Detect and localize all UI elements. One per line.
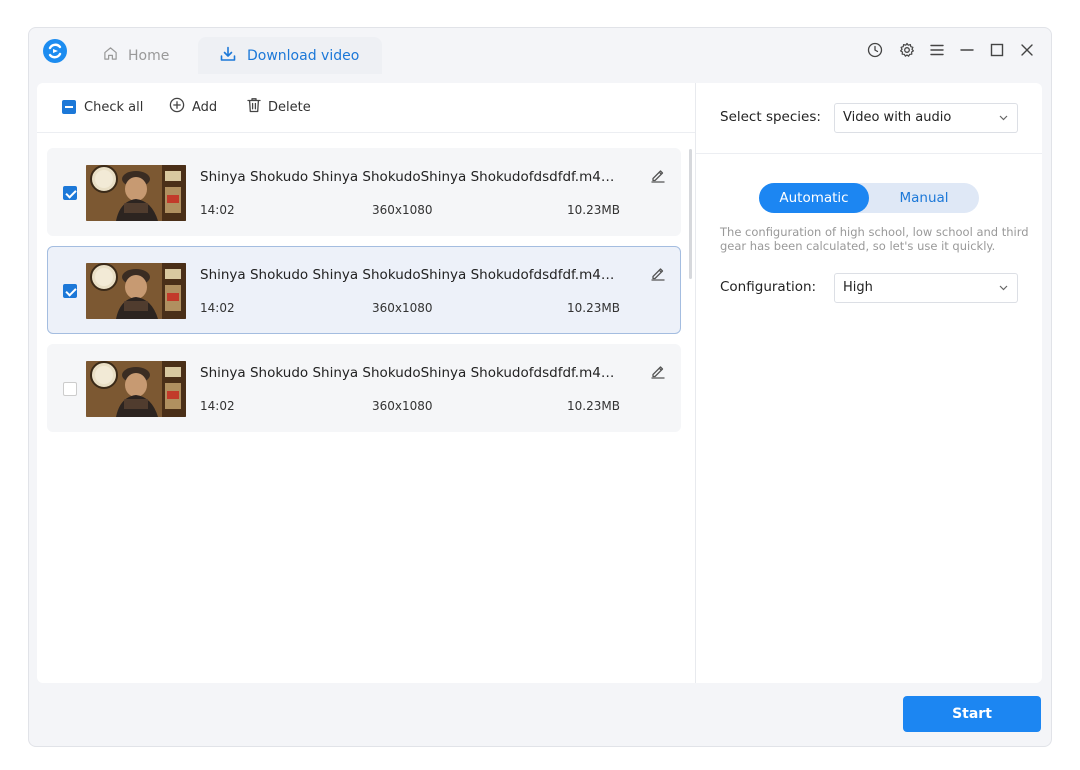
list-scrollbar[interactable] [689, 149, 692, 279]
close-icon[interactable] [1018, 41, 1036, 59]
video-title: Shinya Shokudo Shinya ShokudoShinya Shok… [200, 365, 620, 381]
edit-pencil-icon[interactable] [650, 265, 666, 285]
item-checkbox[interactable] [63, 186, 77, 200]
species-row: Select species: Video with audio [696, 83, 1042, 154]
config-hint-text: The configuration of high school, low sc… [720, 225, 1029, 253]
video-duration: 14:02 [200, 301, 235, 315]
mode-toggle: Automatic Manual [759, 183, 979, 213]
mode-automatic-button[interactable]: Automatic [759, 183, 869, 213]
maximize-icon[interactable] [988, 41, 1006, 59]
add-label: Add [192, 99, 218, 115]
chevron-down-icon [999, 115, 1008, 121]
add-button[interactable]: Add [169, 97, 217, 117]
video-thumbnail [86, 263, 186, 319]
history-icon[interactable] [866, 41, 884, 59]
download-icon [220, 46, 247, 66]
app-logo-icon [43, 39, 67, 63]
chevron-down-icon [999, 285, 1008, 291]
delete-label: Delete [268, 99, 311, 115]
species-value: Video with audio [843, 110, 952, 125]
settings-gear-icon[interactable] [898, 41, 916, 59]
item-checkbox[interactable] [63, 382, 77, 396]
app-window: Home Download video Check all Add Delete… [28, 27, 1052, 747]
species-label: Select species: [720, 109, 821, 125]
check-all-button[interactable]: Check all [62, 97, 143, 117]
video-list-item[interactable]: Shinya Shokudo Shinya ShokudoShinya Shok… [47, 344, 681, 432]
video-title: Shinya Shokudo Shinya ShokudoShinya Shok… [200, 267, 620, 283]
settings-panel: Select species: Video with audio Automat… [695, 83, 1042, 683]
minimize-icon[interactable] [958, 41, 976, 59]
start-button[interactable]: Start [903, 696, 1041, 732]
configuration-value: High [843, 280, 873, 295]
title-bar: Home Download video [29, 28, 1051, 74]
trash-icon [247, 97, 268, 117]
video-duration: 14:02 [200, 203, 235, 217]
tab-home[interactable]: Home [103, 37, 169, 74]
item-checkbox[interactable] [63, 284, 77, 298]
video-title: Shinya Shokudo Shinya ShokudoShinya Shok… [200, 169, 620, 185]
video-list-panel: Check all Add Delete Shinya Shokudo Shin… [37, 83, 695, 683]
video-list-item[interactable]: Shinya Shokudo Shinya ShokudoShinya Shok… [47, 148, 681, 236]
video-resolution: 360x1080 [372, 203, 433, 217]
configuration-label: Configuration: [720, 279, 817, 295]
configuration-select[interactable]: High [834, 273, 1018, 303]
video-list-item[interactable]: Shinya Shokudo Shinya ShokudoShinya Shok… [47, 246, 681, 334]
tab-download-video[interactable]: Download video [198, 37, 382, 74]
video-duration: 14:02 [200, 399, 235, 413]
tab-home-label: Home [128, 47, 170, 64]
check-all-label: Check all [84, 99, 144, 115]
edit-pencil-icon[interactable] [650, 363, 666, 383]
species-select[interactable]: Video with audio [834, 103, 1018, 133]
video-size: 10.23MB [567, 301, 620, 315]
edit-pencil-icon[interactable] [650, 167, 666, 187]
delete-button[interactable]: Delete [247, 97, 311, 117]
home-icon [103, 46, 128, 65]
mode-manual-button[interactable]: Manual [869, 183, 979, 213]
add-circle-icon [169, 97, 192, 117]
check-all-checkbox[interactable] [62, 100, 76, 114]
tab-download-label: Download video [247, 47, 360, 64]
video-resolution: 360x1080 [372, 301, 433, 315]
video-size: 10.23MB [567, 399, 620, 413]
video-resolution: 360x1080 [372, 399, 433, 413]
video-list: Shinya Shokudo Shinya ShokudoShinya Shok… [47, 148, 681, 442]
video-thumbnail [86, 165, 186, 221]
video-thumbnail [86, 361, 186, 417]
menu-icon[interactable] [928, 41, 946, 59]
video-size: 10.23MB [567, 203, 620, 217]
list-toolbar: Check all Add Delete [37, 83, 695, 133]
